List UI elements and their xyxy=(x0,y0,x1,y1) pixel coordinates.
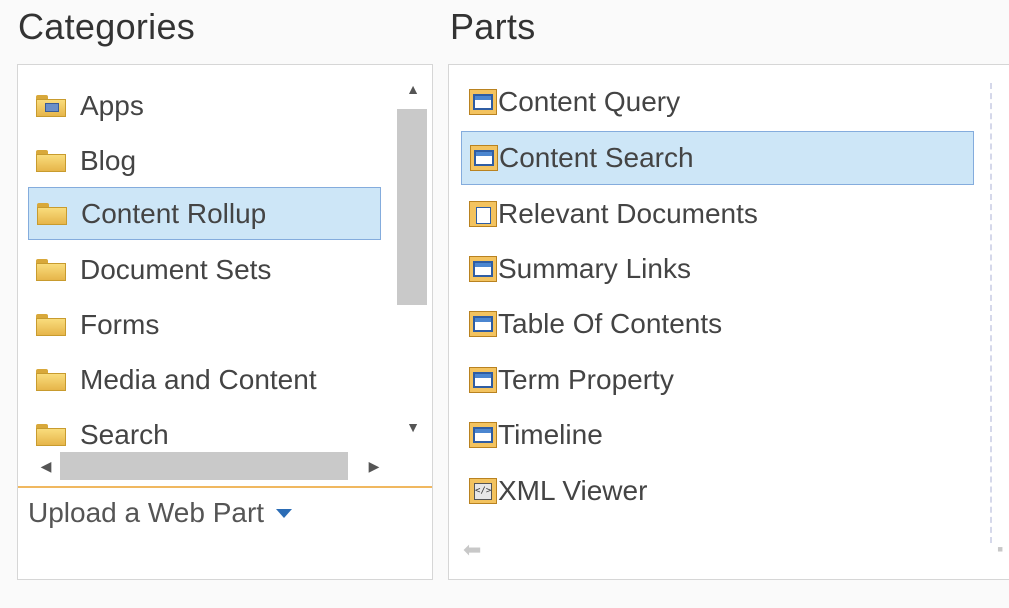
folder-apps-icon xyxy=(36,95,66,117)
folder-icon xyxy=(36,150,66,172)
part-label: Relevant Documents xyxy=(498,198,758,229)
categories-list: Apps Blog Content Rollup Document Sets F… xyxy=(18,65,396,447)
category-item-search[interactable]: Search xyxy=(28,410,381,447)
categories-heading: Categories xyxy=(18,6,196,47)
parts-panel: Content Query Content Search Relevant Do… xyxy=(448,64,1009,580)
parts-heading: Parts xyxy=(450,6,536,47)
part-item-xml-viewer[interactable]: </> XML Viewer xyxy=(461,466,974,516)
category-item-forms[interactable]: Forms xyxy=(28,300,381,350)
category-item-content-rollup[interactable]: Content Rollup xyxy=(28,187,381,240)
category-label: Blog xyxy=(80,145,137,176)
part-item-summary-links[interactable]: Summary Links xyxy=(461,244,974,294)
category-item-apps[interactable]: Apps xyxy=(28,81,381,131)
caret-down-icon xyxy=(276,508,293,518)
divider xyxy=(18,486,432,488)
folder-icon xyxy=(36,369,66,391)
web-part-icon xyxy=(470,145,498,171)
web-part-icon xyxy=(469,89,497,115)
folder-icon xyxy=(37,202,67,225)
part-label: Content Query xyxy=(498,86,681,117)
web-part-icon xyxy=(469,422,497,448)
category-label: Search xyxy=(80,419,169,447)
next-page-arrow-icon[interactable]: ▪ xyxy=(997,539,1003,560)
part-item-term-property[interactable]: Term Property xyxy=(461,355,974,405)
web-part-icon xyxy=(469,367,497,393)
vertical-scroll-thumb[interactable] xyxy=(397,109,427,305)
scroll-left-icon[interactable]: ◀ xyxy=(34,449,58,483)
category-item-document-sets[interactable]: Document Sets xyxy=(28,245,381,295)
xml-web-part-icon: </> xyxy=(469,478,497,504)
category-label: Content Rollup xyxy=(81,197,267,229)
web-part-icon xyxy=(469,256,497,282)
category-label: Media and Content xyxy=(80,364,317,395)
column-divider xyxy=(990,83,992,543)
part-label: XML Viewer xyxy=(498,475,648,506)
category-label: Forms xyxy=(80,309,160,340)
categories-panel: Apps Blog Content Rollup Document Sets F… xyxy=(17,64,433,580)
category-item-blog[interactable]: Blog xyxy=(28,136,381,186)
part-item-content-query[interactable]: Content Query xyxy=(461,77,974,127)
part-label: Content Search xyxy=(499,142,694,173)
part-item-relevant-documents[interactable]: Relevant Documents xyxy=(461,189,974,239)
part-label: Table Of Contents xyxy=(498,308,723,339)
part-item-content-search[interactable]: Content Search xyxy=(461,131,974,185)
category-item-media-and-content[interactable]: Media and Content xyxy=(28,355,381,405)
part-label: Summary Links xyxy=(498,253,691,284)
scroll-up-icon[interactable]: ▲ xyxy=(396,77,430,101)
document-web-part-icon xyxy=(469,201,497,227)
upload-web-part-button[interactable]: Upload a Web Part xyxy=(28,497,293,529)
part-label: Term Property xyxy=(498,364,674,395)
folder-icon xyxy=(36,314,66,336)
part-item-table-of-contents[interactable]: Table Of Contents xyxy=(461,299,974,349)
scroll-right-icon[interactable]: ▶ xyxy=(362,449,386,483)
horizontal-scroll-thumb[interactable] xyxy=(60,452,348,480)
web-part-icon xyxy=(469,311,497,337)
previous-page-arrow-icon[interactable]: ⬅ xyxy=(463,537,481,563)
scroll-down-icon[interactable]: ▼ xyxy=(396,415,430,439)
part-label: Timeline xyxy=(498,419,603,450)
part-item-timeline[interactable]: Timeline xyxy=(461,410,974,460)
categories-horizontal-scrollbar[interactable]: ◀ ▶ xyxy=(34,449,386,483)
category-label: Document Sets xyxy=(80,254,272,285)
categories-vertical-scrollbar[interactable]: ▲ ▼ xyxy=(396,77,430,447)
folder-icon xyxy=(36,424,66,446)
upload-web-part-label: Upload a Web Part xyxy=(28,497,265,528)
folder-icon xyxy=(36,259,66,281)
category-label: Apps xyxy=(80,90,144,121)
